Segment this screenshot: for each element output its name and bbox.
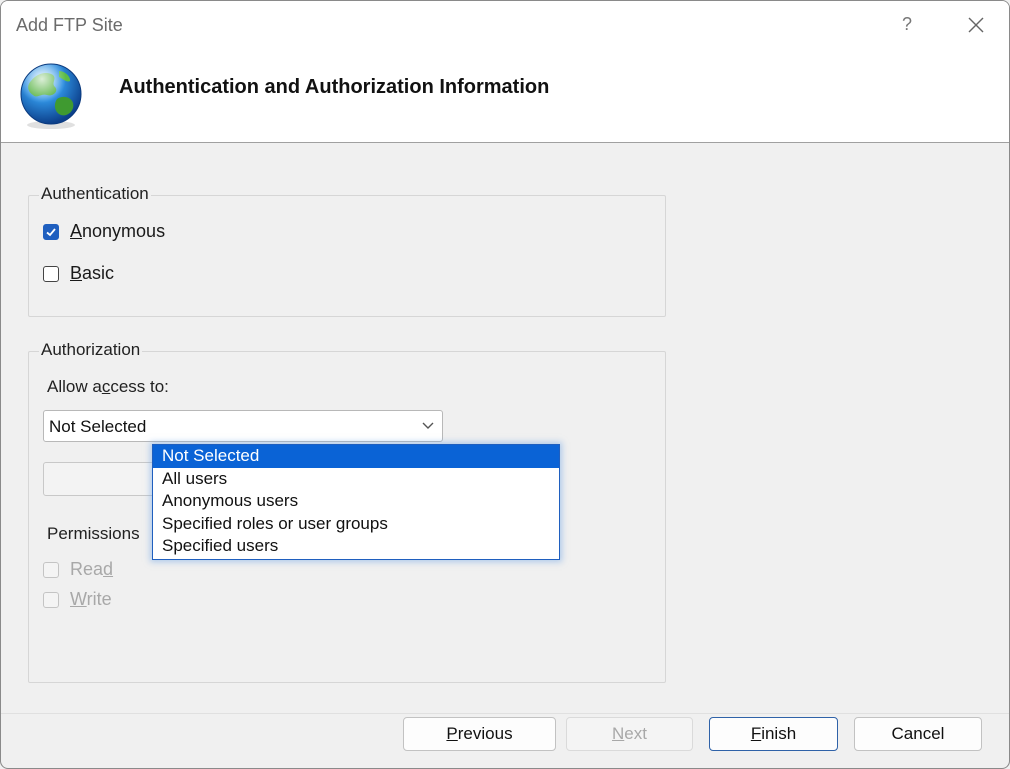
permissions-label: Permissions [47, 524, 140, 543]
basic-checkbox[interactable]: Basic [43, 263, 114, 284]
globe-icon [20, 63, 82, 129]
previous-button[interactable]: Previous [403, 717, 556, 751]
allow-access-label: Allow access to: [47, 377, 169, 396]
checkbox-unchecked-icon [43, 591, 59, 608]
select-users-button[interactable] [43, 462, 165, 496]
title-bar: Add FTP Site ? [1, 1, 1009, 49]
help-button[interactable]: ? [893, 10, 921, 38]
checkbox-unchecked-icon [43, 561, 59, 578]
checkbox-checked-icon [43, 223, 59, 240]
dropdown-option[interactable]: Specified users [153, 535, 559, 558]
checkbox-unchecked-icon [43, 265, 59, 282]
anonymous-checkbox[interactable]: Anonymous [43, 221, 165, 242]
cancel-button[interactable]: Cancel [854, 717, 982, 751]
dropdown-option[interactable]: Not Selected [153, 445, 559, 468]
add-ftp-site-dialog: Add FTP Site ? Authentication and Author… [0, 0, 1010, 769]
close-icon [968, 17, 984, 33]
anonymous-label: Anonymous [70, 221, 166, 241]
authentication-group-label: Authentication [39, 184, 151, 204]
close-button[interactable] [961, 10, 991, 40]
read-checkbox[interactable]: Read [43, 559, 113, 580]
allow-access-value: Not Selected [49, 417, 147, 436]
dropdown-option[interactable]: Specified roles or user groups [153, 513, 559, 536]
allow-access-select[interactable]: Not Selected [43, 410, 443, 442]
chevron-down-icon [422, 422, 434, 429]
basic-label: Basic [70, 263, 115, 283]
write-checkbox[interactable]: Write [43, 589, 112, 610]
authentication-group [28, 195, 666, 317]
dropdown-option[interactable]: All users [153, 468, 559, 491]
finish-button[interactable]: Finish [709, 717, 838, 751]
window-title: Add FTP Site [16, 15, 123, 35]
wizard-header: Authentication and Authorization Informa… [1, 49, 1009, 143]
allow-access-dropdown-list: Not Selected All users Anonymous users S… [152, 444, 560, 560]
write-label: Write [70, 589, 112, 609]
read-label: Read [70, 559, 114, 579]
page-title: Authentication and Authorization Informa… [119, 76, 550, 98]
footer-divider [1, 713, 1009, 714]
dropdown-option[interactable]: Anonymous users [153, 490, 559, 513]
next-button[interactable]: Next [566, 717, 693, 751]
authorization-group-label: Authorization [39, 340, 143, 360]
